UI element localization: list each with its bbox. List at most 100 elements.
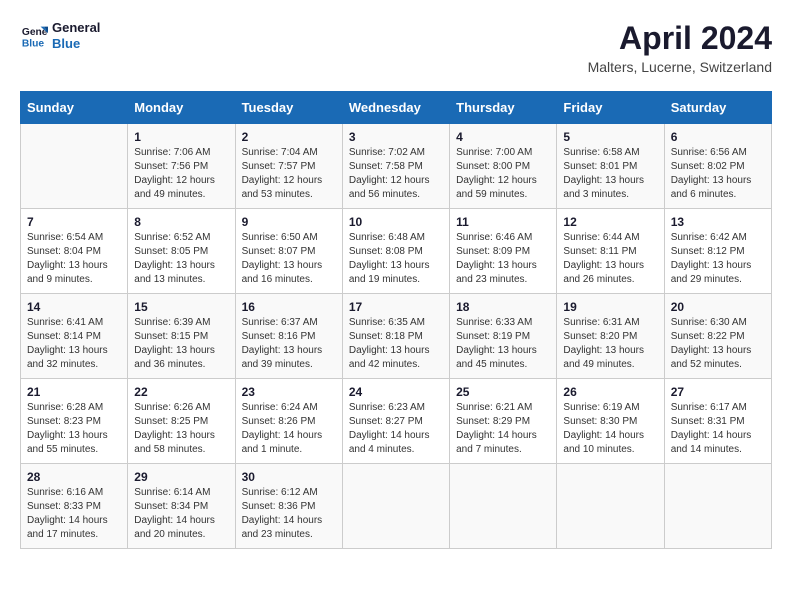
day-cell: 9 Sunrise: 6:50 AM Sunset: 8:07 PM Daylig… xyxy=(235,209,342,294)
day-info: Sunrise: 6:41 AM Sunset: 8:14 PM Dayligh… xyxy=(27,316,121,372)
day-number: 5 xyxy=(563,130,657,144)
day-info: Sunrise: 6:28 AM Sunset: 8:23 PM Dayligh… xyxy=(27,401,121,457)
day-number: 7 xyxy=(27,215,121,229)
day-number: 28 xyxy=(27,470,121,484)
day-info: Sunrise: 6:35 AM Sunset: 8:18 PM Dayligh… xyxy=(349,316,443,372)
day-cell: 4 Sunrise: 7:00 AM Sunset: 8:00 PM Daylig… xyxy=(450,124,557,209)
day-cell: 21 Sunrise: 6:28 AM Sunset: 8:23 PM Dayli… xyxy=(21,379,128,464)
svg-text:Blue: Blue xyxy=(22,38,45,49)
day-cell: 20Sunrise: 6:30 AM Sunset: 8:22 PM Dayli… xyxy=(664,294,771,379)
day-info: Sunrise: 6:42 AM Sunset: 8:12 PM Dayligh… xyxy=(671,231,765,287)
header-cell-wednesday: Wednesday xyxy=(342,92,449,124)
week-row-1: 1Sunrise: 7:06 AM Sunset: 7:56 PM Daylig… xyxy=(21,124,772,209)
day-number: 11 xyxy=(456,215,550,229)
header-cell-sunday: Sunday xyxy=(21,92,128,124)
day-cell: 15 Sunrise: 6:39 AM Sunset: 8:15 PM Dayli… xyxy=(128,294,235,379)
day-cell: 1Sunrise: 7:06 AM Sunset: 7:56 PM Daylig… xyxy=(128,124,235,209)
day-info: Sunrise: 6:52 AM Sunset: 8:05 PM Dayligh… xyxy=(134,231,228,287)
day-cell: 22Sunrise: 6:26 AM Sunset: 8:25 PM Dayli… xyxy=(128,379,235,464)
day-cell: 5Sunrise: 6:58 AM Sunset: 8:01 PM Daylig… xyxy=(557,124,664,209)
day-cell xyxy=(557,464,664,549)
day-number: 30 xyxy=(242,470,336,484)
day-number: 27 xyxy=(671,385,765,399)
calendar-table: SundayMondayTuesdayWednesdayThursdayFrid… xyxy=(20,91,772,549)
logo-text: General Blue xyxy=(52,20,100,51)
day-number: 12 xyxy=(563,215,657,229)
day-number: 13 xyxy=(671,215,765,229)
day-info: Sunrise: 6:37 AM Sunset: 8:16 PM Dayligh… xyxy=(242,316,336,372)
day-cell: 23 Sunrise: 6:24 AM Sunset: 8:26 PM Dayli… xyxy=(235,379,342,464)
day-info: Sunrise: 7:02 AM Sunset: 7:58 PM Dayligh… xyxy=(349,146,443,202)
day-info: Sunrise: 6:44 AM Sunset: 8:11 PM Dayligh… xyxy=(563,231,657,287)
logo-icon: General Blue xyxy=(20,22,48,50)
day-info: Sunrise: 7:00 AM Sunset: 8:00 PM Dayligh… xyxy=(456,146,550,202)
day-number: 16 xyxy=(242,300,336,314)
logo: General Blue General Blue xyxy=(20,20,100,51)
day-number: 2 xyxy=(242,130,336,144)
day-info: Sunrise: 7:04 AM Sunset: 7:57 PM Dayligh… xyxy=(242,146,336,202)
day-number: 15 xyxy=(134,300,228,314)
day-number: 29 xyxy=(134,470,228,484)
day-cell: 8 Sunrise: 6:52 AM Sunset: 8:05 PM Daylig… xyxy=(128,209,235,294)
day-info: Sunrise: 6:19 AM Sunset: 8:30 PM Dayligh… xyxy=(563,401,657,457)
title-block: April 2024 Malters, Lucerne, Switzerland xyxy=(588,20,772,75)
day-info: Sunrise: 6:39 AM Sunset: 8:15 PM Dayligh… xyxy=(134,316,228,372)
day-number: 9 xyxy=(242,215,336,229)
header-cell-friday: Friday xyxy=(557,92,664,124)
day-number: 18 xyxy=(456,300,550,314)
day-number: 4 xyxy=(456,130,550,144)
day-cell: 27 Sunrise: 6:17 AM Sunset: 8:31 PM Dayli… xyxy=(664,379,771,464)
page-header: General Blue General Blue April 2024 Mal… xyxy=(20,20,772,75)
day-number: 19 xyxy=(563,300,657,314)
week-row-4: 21 Sunrise: 6:28 AM Sunset: 8:23 PM Dayli… xyxy=(21,379,772,464)
header-cell-monday: Monday xyxy=(128,92,235,124)
day-number: 21 xyxy=(27,385,121,399)
day-info: Sunrise: 6:14 AM Sunset: 8:34 PM Dayligh… xyxy=(134,486,228,542)
day-info: Sunrise: 6:30 AM Sunset: 8:22 PM Dayligh… xyxy=(671,316,765,372)
calendar-header: SundayMondayTuesdayWednesdayThursdayFrid… xyxy=(21,92,772,124)
day-number: 26 xyxy=(563,385,657,399)
header-cell-tuesday: Tuesday xyxy=(235,92,342,124)
day-info: Sunrise: 6:48 AM Sunset: 8:08 PM Dayligh… xyxy=(349,231,443,287)
day-info: Sunrise: 6:12 AM Sunset: 8:36 PM Dayligh… xyxy=(242,486,336,542)
subtitle: Malters, Lucerne, Switzerland xyxy=(588,59,772,75)
day-cell: 25Sunrise: 6:21 AM Sunset: 8:29 PM Dayli… xyxy=(450,379,557,464)
day-number: 14 xyxy=(27,300,121,314)
day-cell: 17 Sunrise: 6:35 AM Sunset: 8:18 PM Dayli… xyxy=(342,294,449,379)
day-cell: 29 Sunrise: 6:14 AM Sunset: 8:34 PM Dayli… xyxy=(128,464,235,549)
week-row-5: 28 Sunrise: 6:16 AM Sunset: 8:33 PM Dayli… xyxy=(21,464,772,549)
day-info: Sunrise: 6:26 AM Sunset: 8:25 PM Dayligh… xyxy=(134,401,228,457)
day-info: Sunrise: 6:46 AM Sunset: 8:09 PM Dayligh… xyxy=(456,231,550,287)
day-info: Sunrise: 6:31 AM Sunset: 8:20 PM Dayligh… xyxy=(563,316,657,372)
day-number: 1 xyxy=(134,130,228,144)
day-info: Sunrise: 6:17 AM Sunset: 8:31 PM Dayligh… xyxy=(671,401,765,457)
header-cell-saturday: Saturday xyxy=(664,92,771,124)
day-cell: 2 Sunrise: 7:04 AM Sunset: 7:57 PM Daylig… xyxy=(235,124,342,209)
day-cell: 28 Sunrise: 6:16 AM Sunset: 8:33 PM Dayli… xyxy=(21,464,128,549)
day-cell: 19 Sunrise: 6:31 AM Sunset: 8:20 PM Dayli… xyxy=(557,294,664,379)
day-number: 10 xyxy=(349,215,443,229)
week-row-3: 14 Sunrise: 6:41 AM Sunset: 8:14 PM Dayli… xyxy=(21,294,772,379)
header-row: SundayMondayTuesdayWednesdayThursdayFrid… xyxy=(21,92,772,124)
day-number: 17 xyxy=(349,300,443,314)
day-cell: 13 Sunrise: 6:42 AM Sunset: 8:12 PM Dayli… xyxy=(664,209,771,294)
day-info: Sunrise: 6:16 AM Sunset: 8:33 PM Dayligh… xyxy=(27,486,121,542)
day-number: 23 xyxy=(242,385,336,399)
week-row-2: 7 Sunrise: 6:54 AM Sunset: 8:04 PM Daylig… xyxy=(21,209,772,294)
day-cell xyxy=(342,464,449,549)
day-number: 3 xyxy=(349,130,443,144)
day-cell xyxy=(450,464,557,549)
day-cell: 14 Sunrise: 6:41 AM Sunset: 8:14 PM Dayli… xyxy=(21,294,128,379)
day-cell: 11 Sunrise: 6:46 AM Sunset: 8:09 PM Dayli… xyxy=(450,209,557,294)
day-cell xyxy=(664,464,771,549)
day-cell: 26 Sunrise: 6:19 AM Sunset: 8:30 PM Dayli… xyxy=(557,379,664,464)
day-cell: 18Sunrise: 6:33 AM Sunset: 8:19 PM Dayli… xyxy=(450,294,557,379)
day-info: Sunrise: 6:50 AM Sunset: 8:07 PM Dayligh… xyxy=(242,231,336,287)
day-info: Sunrise: 6:54 AM Sunset: 8:04 PM Dayligh… xyxy=(27,231,121,287)
day-number: 25 xyxy=(456,385,550,399)
day-cell: 16 Sunrise: 6:37 AM Sunset: 8:16 PM Dayli… xyxy=(235,294,342,379)
day-cell: 6Sunrise: 6:56 AM Sunset: 8:02 PM Daylig… xyxy=(664,124,771,209)
day-number: 8 xyxy=(134,215,228,229)
day-info: Sunrise: 6:24 AM Sunset: 8:26 PM Dayligh… xyxy=(242,401,336,457)
day-cell: 30 Sunrise: 6:12 AM Sunset: 8:36 PM Dayli… xyxy=(235,464,342,549)
